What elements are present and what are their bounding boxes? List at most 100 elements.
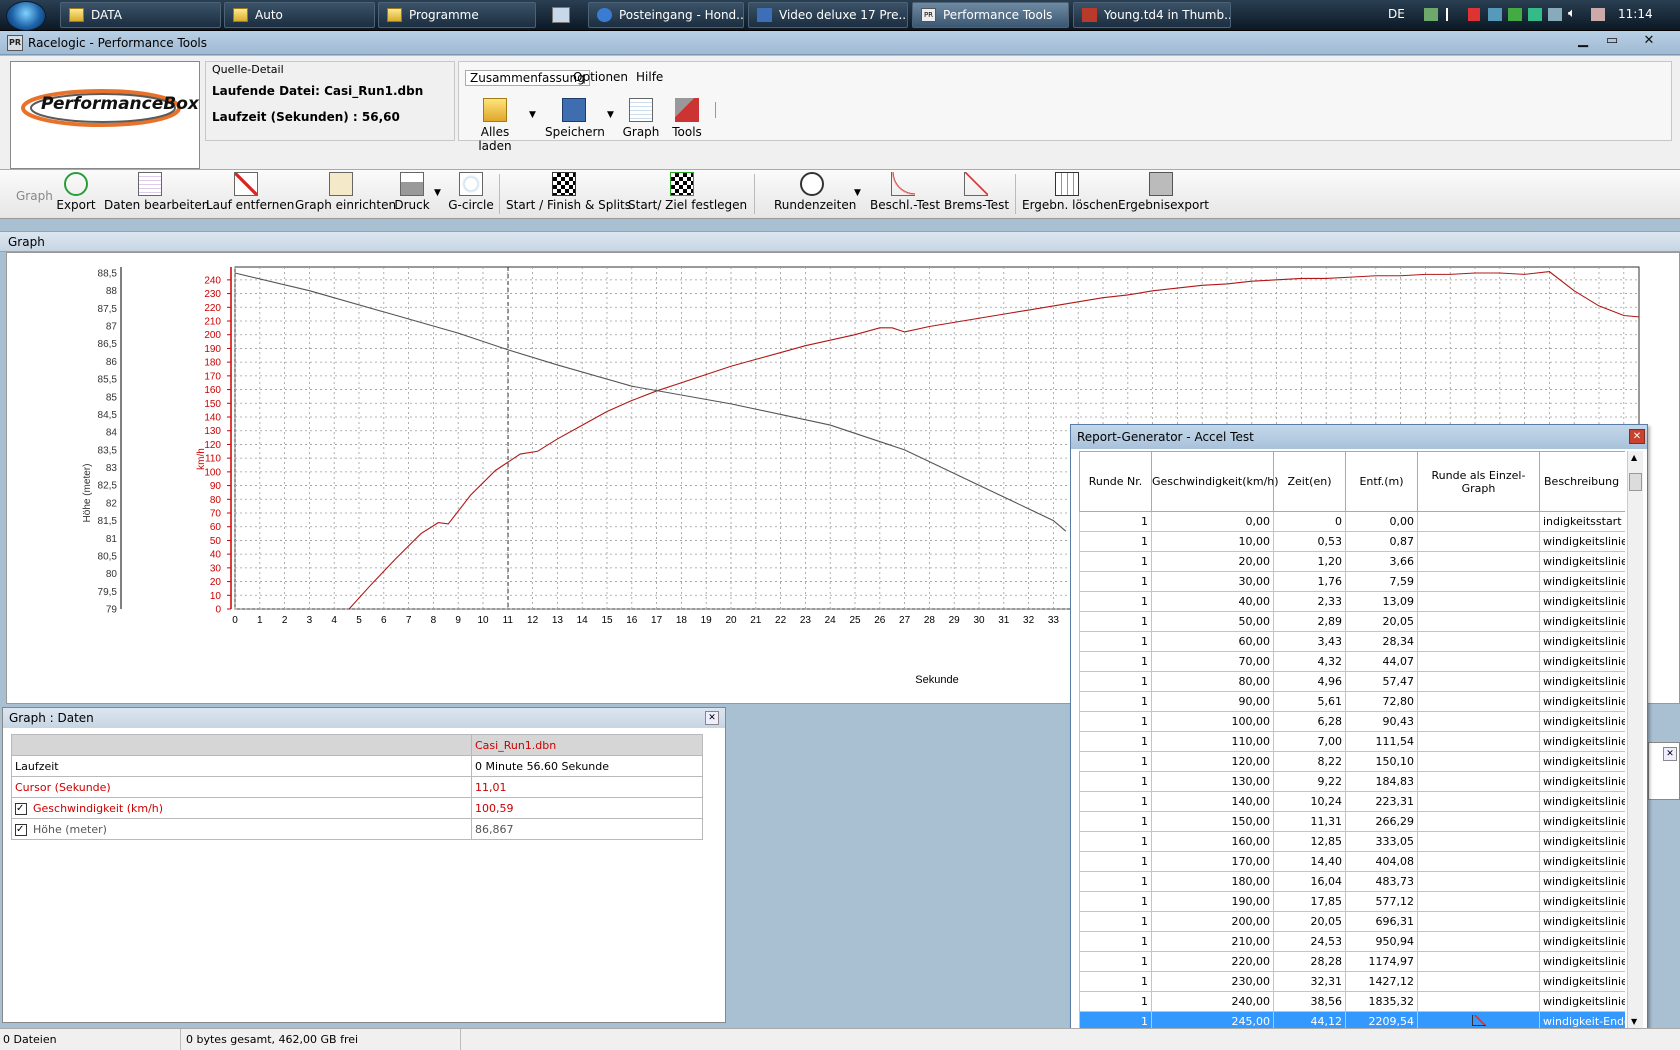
table-row[interactable]: 1 130,00 9,22 184,83 windigkeitslinie xyxy=(1079,771,1625,792)
einzel-graph-cell[interactable] xyxy=(1417,871,1540,892)
power-icon[interactable] xyxy=(1591,8,1605,21)
ergebn-loeschen-button[interactable]: Ergebn. löschen xyxy=(1022,172,1118,212)
dropdown-arrow-icon[interactable]: ▼ xyxy=(434,188,441,198)
einzel-graph-cell[interactable] xyxy=(1417,931,1540,952)
g-circle-button[interactable]: G-circle xyxy=(448,172,494,212)
graph-einrichten-button[interactable]: Graph einrichten xyxy=(295,172,396,212)
start-finish-splits-button[interactable]: Start / Finish & Splits xyxy=(506,172,631,212)
menu-hilfe[interactable]: Hilfe xyxy=(636,70,663,84)
table-row[interactable]: 1 190,00 17,85 577,12 windigkeitslinie xyxy=(1079,891,1625,912)
scrollbar-thumb[interactable] xyxy=(1629,473,1642,491)
einzel-graph-cell[interactable] xyxy=(1417,571,1540,592)
altitude-checkbox[interactable]: ✓ xyxy=(15,823,27,836)
security-icon[interactable] xyxy=(1508,8,1522,21)
einzel-graph-cell[interactable] xyxy=(1417,951,1540,972)
minimize-button[interactable]: ▁ xyxy=(1570,33,1596,51)
col-einzel-graph[interactable]: Runde als Einzel-Graph xyxy=(1417,451,1540,512)
einzel-graph-cell[interactable] xyxy=(1417,851,1540,872)
graph-icon[interactable] xyxy=(1471,1014,1486,1026)
rundenzeiten-button[interactable]: Rundenzeiten xyxy=(774,172,856,212)
table-row[interactable]: 1 160,00 12,85 333,05 windigkeitslinie xyxy=(1079,831,1625,852)
einzel-graph-cell[interactable] xyxy=(1417,691,1540,712)
table-row[interactable]: 1 110,00 7,00 111,54 windigkeitslinie xyxy=(1079,731,1625,752)
dropdown-arrow-icon[interactable]: ▼ xyxy=(529,110,536,120)
close-icon[interactable]: ✕ xyxy=(1629,429,1645,444)
maximize-button[interactable]: ▭ xyxy=(1599,33,1625,51)
ergebnisexport-button[interactable]: Ergebnisexport xyxy=(1118,172,1209,212)
table-row[interactable]: 1 50,00 2,89 20,05 windigkeitslinie xyxy=(1079,611,1625,632)
dropdown-arrow-icon[interactable]: ▼ xyxy=(854,188,861,198)
taskbar-button-thumb[interactable]: Young.td4 in Thumb... xyxy=(1073,2,1231,28)
col-runde[interactable]: Runde Nr. xyxy=(1079,451,1152,512)
beschl-test-button[interactable]: Beschl.-Test xyxy=(870,172,940,212)
table-row[interactable]: 1 10,00 0,53 0,87 windigkeitslinie xyxy=(1079,531,1625,552)
einzel-graph-cell[interactable] xyxy=(1417,811,1540,832)
table-row[interactable]: 1 200,00 20,05 696,31 windigkeitslinie xyxy=(1079,911,1625,932)
einzel-graph-cell[interactable] xyxy=(1417,971,1540,992)
einzel-graph-cell[interactable] xyxy=(1417,631,1540,652)
druck-button[interactable]: Druck xyxy=(394,172,430,212)
einzel-graph-cell[interactable] xyxy=(1417,711,1540,732)
table-row[interactable]: 1 70,00 4,32 44,07 windigkeitslinie xyxy=(1079,651,1625,672)
sync-icon[interactable] xyxy=(1528,8,1542,21)
volume-icon[interactable]: 🔈︎ xyxy=(1568,6,1576,21)
speed-checkbox[interactable]: ✓ xyxy=(15,802,27,815)
alles-laden-button[interactable]: Alles laden xyxy=(465,98,525,153)
einzel-graph-cell[interactable] xyxy=(1417,511,1540,532)
close-icon[interactable]: ✕ xyxy=(1663,747,1677,761)
network-icon[interactable] xyxy=(1488,8,1502,21)
einzel-graph-cell[interactable] xyxy=(1417,531,1540,552)
lauf-entfernen-button[interactable]: Lauf entfernen xyxy=(206,172,294,212)
col-beschreibung[interactable]: Beschreibung xyxy=(1539,451,1625,512)
table-row[interactable]: 1 180,00 16,04 483,73 windigkeitslinie xyxy=(1079,871,1625,892)
taskbar-button-performance-tools[interactable]: PR Performance Tools xyxy=(912,2,1069,28)
taskbar-button-video[interactable]: Video deluxe 17 Pre... xyxy=(748,2,908,28)
scroll-up-icon[interactable]: ▲ xyxy=(1631,453,1637,462)
einzel-graph-cell[interactable] xyxy=(1417,731,1540,752)
table-row[interactable]: 1 120,00 8,22 150,10 windigkeitslinie xyxy=(1079,751,1625,772)
table-row[interactable]: 1 90,00 5,61 72,80 windigkeitslinie xyxy=(1079,691,1625,712)
table-row[interactable]: 1 60,00 3,43 28,34 windigkeitslinie xyxy=(1079,631,1625,652)
einzel-graph-cell[interactable] xyxy=(1417,891,1540,912)
einzel-graph-cell[interactable] xyxy=(1417,751,1540,772)
language-indicator[interactable]: DE xyxy=(1388,7,1405,21)
table-row[interactable]: 1 40,00 2,33 13,09 windigkeitslinie xyxy=(1079,591,1625,612)
flag-icon[interactable] xyxy=(1446,8,1460,21)
close-icon[interactable]: ✕ xyxy=(705,711,719,725)
table-row[interactable]: 1 80,00 4,96 57,47 windigkeitslinie xyxy=(1079,671,1625,692)
col-entf[interactable]: Entf.(m) xyxy=(1345,451,1418,512)
tray-icon[interactable] xyxy=(1424,8,1438,21)
einzel-graph-cell[interactable] xyxy=(1417,911,1540,932)
daten-bearbeiten-button[interactable]: Daten bearbeiten xyxy=(104,172,209,212)
menu-zusammenfassung[interactable]: Zusammenfassung xyxy=(465,70,590,86)
table-row[interactable]: 1 170,00 14,40 404,08 windigkeitslinie xyxy=(1079,851,1625,872)
einzel-graph-cell[interactable] xyxy=(1417,671,1540,692)
table-row[interactable]: Cursor (Sekunde) 11,01 xyxy=(11,776,703,798)
close-button[interactable]: ✕ xyxy=(1636,33,1662,51)
taskbar-button-data[interactable]: DATA xyxy=(60,2,221,28)
einzel-graph-cell[interactable] xyxy=(1417,611,1540,632)
vertical-scrollbar[interactable]: ▲ ▼ xyxy=(1627,451,1643,1031)
table-row[interactable]: Laufzeit 0 Minute 56.60 Sekunde xyxy=(11,755,703,777)
table-row[interactable]: 1 100,00 6,28 90,43 windigkeitslinie xyxy=(1079,711,1625,732)
table-row[interactable]: 1 230,00 32,31 1427,12 windigkeitslinie xyxy=(1079,971,1625,992)
einzel-graph-cell[interactable] xyxy=(1417,771,1540,792)
scroll-down-icon[interactable]: ▼ xyxy=(1631,1017,1637,1026)
taskbar-button-programme[interactable]: Programme xyxy=(378,2,536,28)
table-row[interactable]: 1 0,00 0 0,00 indigkeitsstart xyxy=(1079,511,1625,532)
tools-button[interactable]: Tools xyxy=(667,98,707,139)
taskbar-button-outlook[interactable]: Posteingang - Hond... xyxy=(588,2,744,28)
show-desktop-icon[interactable] xyxy=(552,7,570,23)
table-row[interactable]: 1 140,00 10,24 223,31 windigkeitslinie xyxy=(1079,791,1625,812)
einzel-graph-cell[interactable] xyxy=(1417,551,1540,572)
alert-icon[interactable] xyxy=(1468,8,1480,21)
table-row[interactable]: ✓ Geschwindigkeit (km/h) 100,59 xyxy=(11,797,703,819)
table-row[interactable]: 1 240,00 38,56 1835,32 windigkeitslinie xyxy=(1079,991,1625,1012)
einzel-graph-cell[interactable] xyxy=(1417,791,1540,812)
table-row[interactable]: 1 220,00 28,28 1174,97 windigkeitslinie xyxy=(1079,951,1625,972)
device-icon[interactable] xyxy=(1548,8,1562,21)
speichern-button[interactable]: Speichern xyxy=(545,98,605,139)
col-zeit[interactable]: Zeit(en) xyxy=(1273,451,1346,512)
einzel-graph-cell[interactable] xyxy=(1417,651,1540,672)
einzel-graph-cell[interactable] xyxy=(1417,831,1540,852)
